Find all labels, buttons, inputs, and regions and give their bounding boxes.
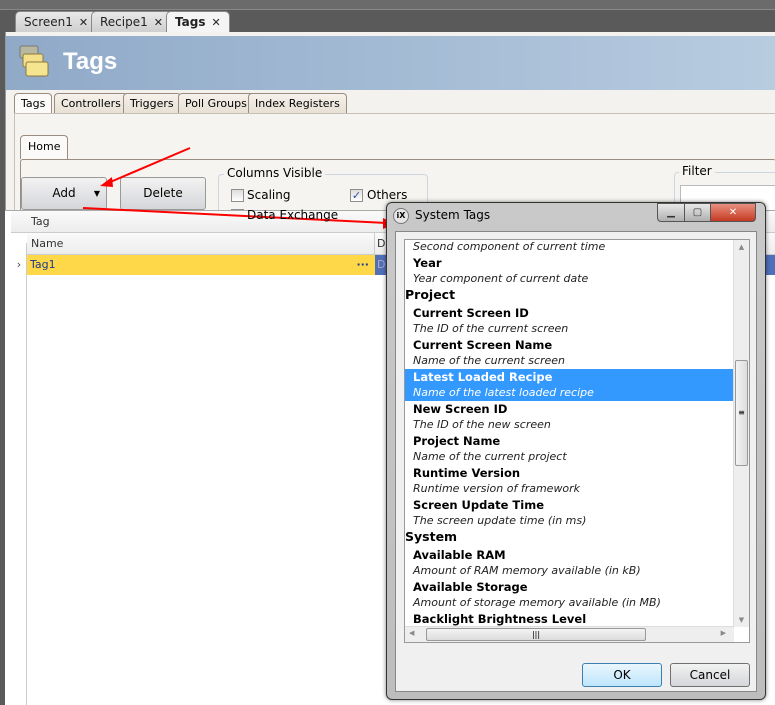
- tab-label: Recipe1: [100, 15, 148, 29]
- list-item-description[interactable]: Name of the current screen: [405, 353, 734, 369]
- horizontal-scrollbar[interactable]: ◀ ||| ▶: [405, 626, 734, 642]
- scaling-label: Scaling: [247, 188, 291, 202]
- ok-button[interactable]: OK: [582, 663, 662, 687]
- scroll-down-icon[interactable]: ▼: [734, 616, 749, 624]
- list-item[interactable]: Current Screen ID: [405, 305, 734, 321]
- list-item-description[interactable]: Name of the current project: [405, 449, 734, 465]
- top-strip: [0, 0, 775, 10]
- list-item-description[interactable]: Amount of RAM memory available (in kB): [405, 563, 734, 579]
- list-item-description[interactable]: Amount of storage memory available (in M…: [405, 595, 734, 611]
- list-item-description[interactable]: The ID of the current screen: [405, 321, 734, 337]
- dropdown-arrow-icon[interactable]: ▼: [94, 178, 100, 209]
- tag-name-cell: Tag1: [30, 258, 56, 271]
- scroll-up-icon[interactable]: ▲: [734, 243, 749, 251]
- list-item-description[interactable]: Runtime version of framework: [405, 481, 734, 497]
- scroll-thumb[interactable]: ≡: [735, 360, 748, 466]
- tab-tags[interactable]: Tags: [14, 93, 53, 114]
- system-tags-dialog: iX System Tags ▁ ▢ ✕ Second component of…: [386, 202, 766, 700]
- list-item-description[interactable]: The screen update time (in ms): [405, 513, 734, 529]
- doc-tab-screen1[interactable]: Screen1 ✕: [15, 11, 98, 32]
- page-title: Tags: [63, 48, 118, 75]
- list-item[interactable]: Available RAM: [405, 547, 734, 563]
- list-item[interactable]: Runtime Version: [405, 465, 734, 481]
- tab-controllers[interactable]: Controllers: [54, 93, 128, 113]
- tab-label: Tags: [175, 15, 206, 29]
- close-icon[interactable]: ✕: [79, 16, 88, 29]
- list-item[interactable]: Screen Update Time: [405, 497, 734, 513]
- column-header-name[interactable]: Name: [27, 233, 375, 255]
- scroll-thumb[interactable]: |||: [426, 628, 646, 641]
- list-item[interactable]: Backlight Brightness Level: [405, 611, 734, 627]
- maximize-button[interactable]: ▢: [684, 203, 711, 222]
- tab-poll-groups[interactable]: Poll Groups: [178, 93, 254, 113]
- category-header: System: [405, 529, 458, 544]
- list-item-description[interactable]: Year component of current date: [405, 271, 734, 287]
- minimize-button[interactable]: ▁: [657, 203, 685, 222]
- dialog-title: System Tags: [415, 208, 491, 222]
- list-item[interactable]: Latest Loaded Recipe: [405, 369, 734, 385]
- list-item[interactable]: Available Storage: [405, 579, 734, 595]
- scroll-left-icon[interactable]: ◀: [409, 629, 414, 637]
- close-icon[interactable]: ✕: [154, 16, 163, 29]
- list-item[interactable]: New Screen ID: [405, 401, 734, 417]
- list-item[interactable]: Project Name: [405, 433, 734, 449]
- tab-label: Screen1: [24, 15, 73, 29]
- category-header: Project: [405, 287, 456, 302]
- list-item-description[interactable]: The ID of the new screen: [405, 417, 734, 433]
- ellipsis-button[interactable]: ···: [356, 255, 369, 275]
- ribbon-tab-home[interactable]: Home: [20, 135, 69, 159]
- page-header: Tags: [6, 36, 775, 90]
- filter-label: Filter: [679, 164, 715, 178]
- add-label: Add: [52, 186, 76, 200]
- tags-icon: [19, 45, 49, 77]
- vertical-scrollbar[interactable]: ▲ ≡ ▼: [733, 240, 749, 627]
- list-item[interactable]: Year: [405, 255, 734, 271]
- close-icon[interactable]: ✕: [211, 16, 220, 29]
- app-logo-icon: iX: [393, 208, 409, 224]
- columns-visible-label: Columns Visible: [224, 166, 326, 180]
- close-button[interactable]: ✕: [710, 203, 756, 222]
- doc-tab-recipe1[interactable]: Recipe1 ✕: [91, 11, 172, 32]
- tab-triggers[interactable]: Triggers: [123, 93, 181, 113]
- row-indicator-icon: ›: [16, 258, 22, 271]
- system-tags-list[interactable]: Second component of current time Year Year…: [404, 239, 750, 643]
- delete-button[interactable]: Delete: [120, 177, 206, 210]
- list-item[interactable]: Current Screen Name: [405, 337, 734, 353]
- scroll-right-icon[interactable]: ▶: [721, 629, 726, 637]
- cancel-button[interactable]: Cancel: [670, 663, 750, 687]
- data-exchange-label: Data Exchange: [247, 208, 339, 222]
- add-button[interactable]: Add ▼: [21, 177, 107, 210]
- others-checkbox[interactable]: ✓: [350, 189, 363, 202]
- list-item-description[interactable]: Name of the latest loaded recipe: [405, 385, 734, 401]
- doc-tab-tags[interactable]: Tags ✕: [166, 11, 230, 33]
- others-label: Others: [367, 188, 408, 202]
- group-header-label: Tag: [31, 215, 50, 228]
- table-row[interactable]: Tag1 ···: [27, 255, 375, 275]
- tab-index-registers[interactable]: Index Registers: [248, 93, 347, 113]
- list-item-description[interactable]: Second component of current time: [405, 240, 734, 255]
- scaling-checkbox[interactable]: [231, 189, 244, 202]
